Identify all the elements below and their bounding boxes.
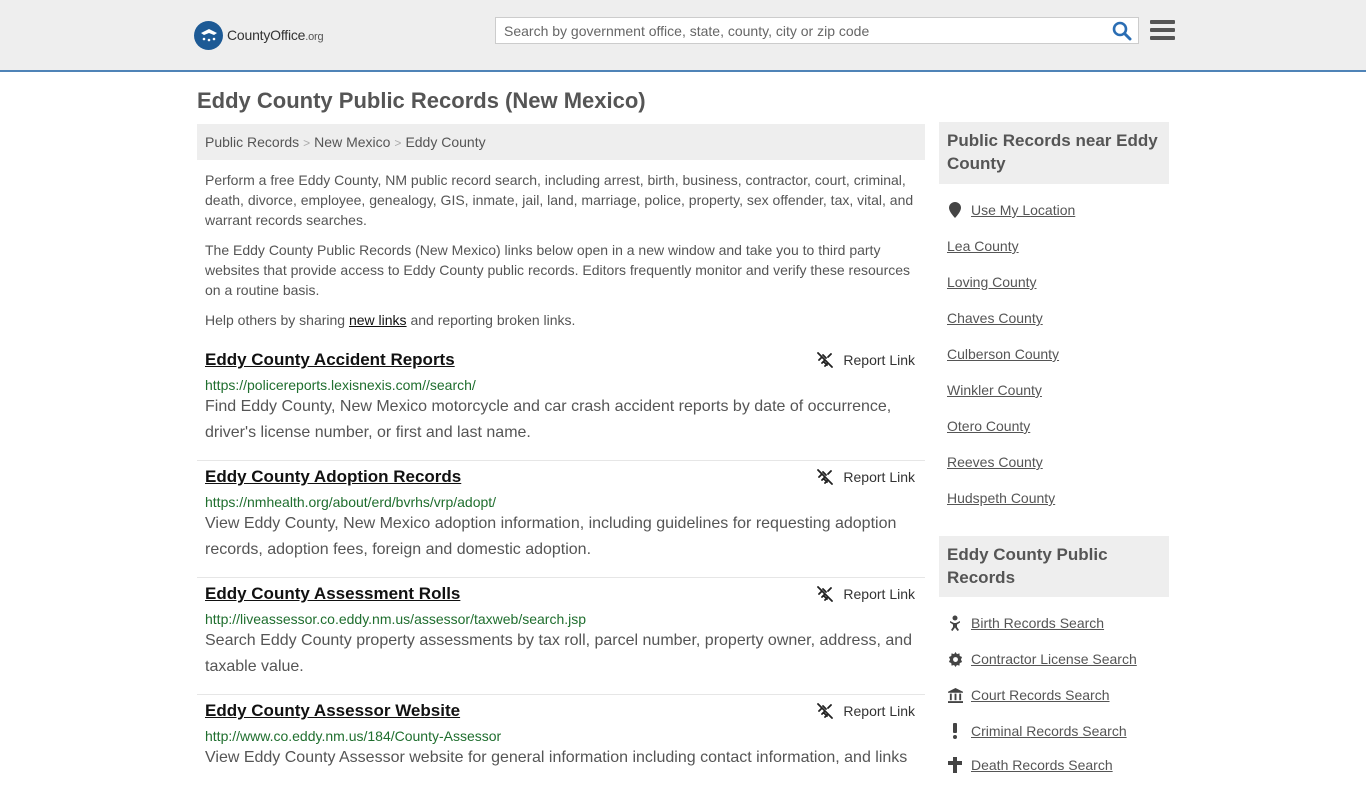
use-my-location-link[interactable]: Use My Location (947, 202, 1075, 218)
hamburger-menu-icon[interactable] (1150, 20, 1175, 42)
court-records-link[interactable]: Court Records Search (947, 687, 1110, 703)
county-records-heading: Eddy County Public Records (939, 536, 1169, 597)
site-logo[interactable]: CountyOffice.org (194, 20, 324, 50)
courthouse-icon (947, 687, 963, 703)
nearby-county-link[interactable]: Hudspeth County (947, 490, 1055, 506)
nearby-county-link[interactable]: Chaves County (947, 310, 1043, 326)
record-url[interactable]: https://policereports.lexisnexis.com//se… (205, 377, 476, 393)
record-item: Eddy County Adoption Records Report Link… (197, 467, 925, 578)
broken-link-icon (817, 703, 834, 719)
nearby-county-link[interactable]: Winkler County (947, 382, 1042, 398)
record-description: View Eddy County Assessor website for ge… (205, 749, 908, 766)
nearby-county-link[interactable]: Reeves County (947, 454, 1043, 470)
breadcrumb-public-records[interactable]: Public Records (205, 134, 299, 150)
birth-records-link[interactable]: Birth Records Search (947, 615, 1104, 631)
nearby-county-link[interactable]: Lea County (947, 238, 1019, 254)
record-title-link[interactable]: Eddy County Adoption Records (205, 467, 461, 487)
record-item: Eddy County Assessor Website Report Link… (197, 701, 925, 811)
record-description: Find Eddy County, New Mexico motorcycle … (205, 398, 892, 441)
breadcrumb-eddy-county[interactable]: Eddy County (405, 134, 485, 150)
record-title-link[interactable]: Eddy County Accident Reports (205, 350, 455, 370)
report-link-button[interactable]: Report Link (817, 469, 915, 485)
report-link-button[interactable]: Report Link (817, 586, 915, 602)
nearby-county-link[interactable]: Culberson County (947, 346, 1059, 362)
map-pin-icon (947, 202, 963, 218)
record-description: Search Eddy County property assessments … (205, 632, 913, 675)
record-title-link[interactable]: Eddy County Assessment Rolls (205, 584, 460, 604)
record-title-link[interactable]: Eddy County Assessor Website (205, 701, 460, 721)
contractor-license-link[interactable]: Contractor License Search (947, 651, 1137, 667)
intro-paragraph-1: Perform a free Eddy County, NM public re… (205, 172, 914, 228)
nearby-records-heading: Public Records near Eddy County (939, 122, 1169, 184)
broken-link-icon (817, 469, 834, 485)
site-search (495, 17, 1139, 44)
new-links-link[interactable]: new links (349, 312, 407, 328)
breadcrumb: Public Records > New Mexico > Eddy County (197, 124, 925, 160)
logo-seal-icon (194, 20, 223, 50)
report-link-button[interactable]: Report Link (817, 352, 915, 368)
broken-link-icon (817, 586, 834, 602)
breadcrumb-new-mexico[interactable]: New Mexico (314, 134, 390, 150)
exclamation-icon (947, 723, 963, 739)
page-title: Eddy County Public Records (New Mexico) (197, 88, 646, 113)
death-records-link[interactable]: Death Records Search (947, 757, 1113, 773)
broken-link-icon (817, 352, 834, 368)
top-header: CountyOffice.org (0, 0, 1366, 72)
breadcrumb-separator-icon: > (303, 136, 311, 150)
search-input[interactable] (496, 18, 1096, 43)
breadcrumb-separator-icon: > (394, 136, 402, 150)
intro-paragraph-2: The Eddy County Public Records (New Mexi… (205, 242, 911, 298)
logo-wordmark: CountyOffice.org (227, 27, 324, 43)
record-url[interactable]: http://www.co.eddy.nm.us/184/County-Asse… (205, 728, 501, 744)
record-item: Eddy County Accident Reports Report Link… (197, 350, 925, 461)
report-link-button[interactable]: Report Link (817, 703, 915, 719)
cross-icon (947, 757, 963, 773)
baby-icon (947, 615, 963, 631)
criminal-records-link[interactable]: Criminal Records Search (947, 723, 1127, 739)
record-url[interactable]: https://nmhealth.org/about/erd/bvrhs/vrp… (205, 494, 496, 510)
search-icon[interactable] (1112, 21, 1132, 41)
gear-icon (947, 651, 963, 667)
nearby-county-link[interactable]: Loving County (947, 274, 1037, 290)
record-url[interactable]: http://liveassessor.co.eddy.nm.us/assess… (205, 611, 586, 627)
intro-paragraph-3: Help others by sharing new links and rep… (205, 312, 576, 328)
nearby-county-link[interactable]: Otero County (947, 418, 1030, 434)
record-description: View Eddy County, New Mexico adoption in… (205, 515, 897, 558)
record-item: Eddy County Assessment Rolls Report Link… (197, 584, 925, 695)
